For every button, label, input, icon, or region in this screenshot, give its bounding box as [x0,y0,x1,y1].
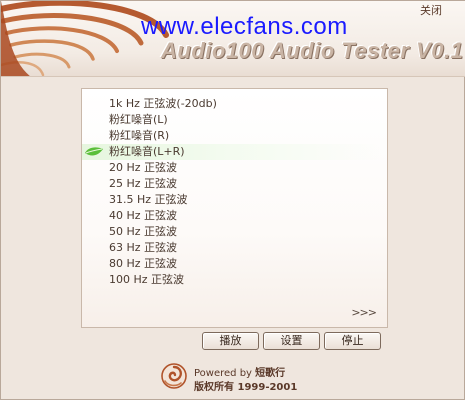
list-item-label: 1k Hz 正弦波(-20db) [109,97,217,110]
copyright-text: 版权所有 1999-2001 [194,382,298,393]
list-item-label: 粉红噪音(L+R) [109,145,185,158]
list-item[interactable]: 31.5 Hz 正弦波 [82,192,387,208]
list-item[interactable]: 100 Hz 正弦波 [82,272,387,288]
list-item-label: 50 Hz 正弦波 [109,225,178,238]
footer-swirl-logo-icon [161,363,187,389]
stop-button[interactable]: 停止 [324,332,381,350]
list-item-label: 粉红噪音(R) [109,129,170,142]
signal-list[interactable]: 1k Hz 正弦波(-20db) 粉红噪音(L) 粉红噪音(R) 粉红噪音(L+… [81,88,388,328]
list-item[interactable]: 粉红噪音(L) [82,112,387,128]
list-item[interactable]: 20 Hz 正弦波 [82,160,387,176]
play-button[interactable]: 播放 [202,332,259,350]
list-item[interactable]: 50 Hz 正弦波 [82,224,387,240]
list-item-label: 粉红噪音(L) [109,113,168,126]
list-item-selected[interactable]: 粉红噪音(L+R) [82,144,387,160]
watermark-text: www.elecfans.com [141,13,348,40]
header-banner: www.elecfans.com Audio100 Audio Tester V… [1,1,465,77]
more-button[interactable]: >>> [351,306,377,319]
list-item[interactable]: 1k Hz 正弦波(-20db) [82,96,387,112]
list-item-label: 63 Hz 正弦波 [109,241,178,254]
app-window: www.elecfans.com Audio100 Audio Tester V… [0,0,465,400]
signal-list-items: 1k Hz 正弦波(-20db) 粉红噪音(L) 粉红噪音(R) 粉红噪音(L+… [82,96,387,288]
settings-button[interactable]: 设置 [263,332,320,350]
list-item-label: 40 Hz 正弦波 [109,209,178,222]
leaf-icon [85,147,103,156]
list-item-label: 20 Hz 正弦波 [109,161,178,174]
list-item[interactable]: 80 Hz 正弦波 [82,256,387,272]
list-item[interactable]: 63 Hz 正弦波 [82,240,387,256]
product-title: Audio100 Audio Tester V0.1 [161,38,464,63]
list-item[interactable]: 40 Hz 正弦波 [82,208,387,224]
powered-by-text: Powered by 短歌行 [194,364,285,379]
list-item[interactable]: 粉红噪音(R) [82,128,387,144]
list-item-label: 25 Hz 正弦波 [109,177,178,190]
close-button[interactable]: 关闭 [420,2,442,18]
list-item-label: 80 Hz 正弦波 [109,257,178,270]
list-item[interactable]: 25 Hz 正弦波 [82,176,387,192]
list-item-label: 31.5 Hz 正弦波 [109,193,188,206]
list-item-label: 100 Hz 正弦波 [109,273,185,286]
